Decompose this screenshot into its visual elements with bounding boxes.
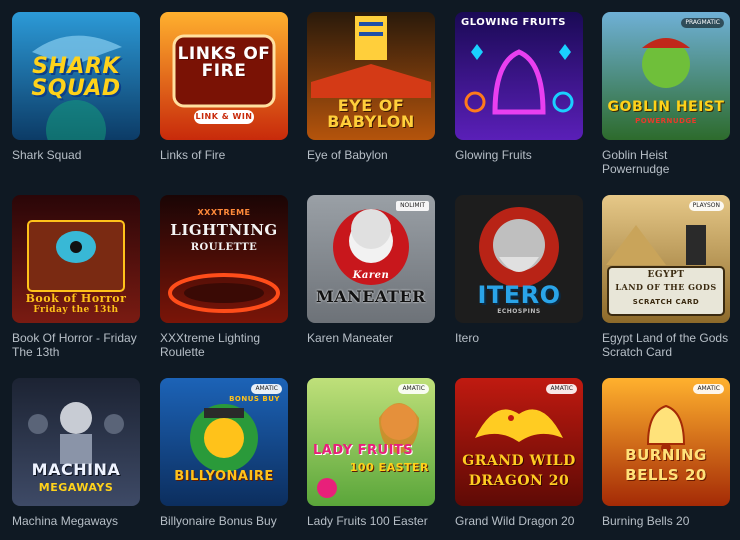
game-label: Karen Maneater <box>307 331 394 345</box>
game-label: Machina Megaways <box>12 514 119 528</box>
game-label: Burning Bells 20 <box>602 514 690 528</box>
egypt-artwork <box>602 195 730 323</box>
provider-badge: PLAYSON <box>688 201 724 211</box>
game-thumbnail[interactable]: PRAGMATIC GOBLIN HEIST POWERNUDGE <box>602 12 730 140</box>
game-thumbnail[interactable]: Book of Horror Friday the 13th <box>12 195 140 323</box>
game-label: Lady Fruits 100 Easter <box>307 514 428 528</box>
shark-artwork <box>12 12 140 140</box>
game-label: Book Of Horror - Friday The 13th <box>12 331 137 359</box>
game-thumbnail[interactable]: AMATIC LADY FRUITS 100 EASTER <box>307 378 435 506</box>
game-label: Goblin Heist Powernudge <box>602 148 670 176</box>
game-label: Shark Squad <box>12 148 82 162</box>
game-label: XXXtreme Lighting Roulette <box>160 331 261 359</box>
game-thumbnail[interactable]: MACHINA MEGAWAYS <box>12 378 140 506</box>
zeus-artwork <box>455 195 583 323</box>
game-card-eye-of-babylon[interactable]: EYE OF BABYLON Eye of Babylon <box>307 12 435 162</box>
dragon-artwork <box>455 378 583 506</box>
game-thumbnail[interactable]: XXXTREME LIGHTNING ROULETTE <box>160 195 288 323</box>
duck-artwork <box>160 378 288 506</box>
game-card-burning-bells[interactable]: AMATIC BURNING BELLS 20 Burning Bells 20 <box>602 378 730 528</box>
robot-artwork <box>12 378 140 506</box>
game-thumbnail[interactable]: NOLIMIT Karen MANEATER <box>307 195 435 323</box>
book-artwork <box>12 195 140 323</box>
game-thumbnail[interactable]: AMATIC BONUS BUY BILLYONAIRE <box>160 378 288 506</box>
game-card-billyonaire[interactable]: AMATIC BONUS BUY BILLYONAIRE Billyonaire… <box>160 378 288 528</box>
game-thumbnail[interactable]: LINKS OF FIRE LINK & WIN <box>160 12 288 140</box>
game-thumbnail[interactable]: PLAYSON EGYPT LAND OF THE GODS SCRATCH C… <box>602 195 730 323</box>
game-card-egypt-land[interactable]: PLAYSON EGYPT LAND OF THE GODS SCRATCH C… <box>602 195 730 359</box>
provider-badge: PRAGMATIC <box>681 18 724 28</box>
game-card-glowing-fruits[interactable]: GLOWING FRUITS Glowing Fruits <box>455 12 583 162</box>
game-card-lady-fruits[interactable]: AMATIC LADY FRUITS 100 EASTER Lady Fruit… <box>307 378 435 528</box>
game-thumbnail[interactable]: GLOWING FRUITS <box>455 12 583 140</box>
game-card-grand-wild-dragon[interactable]: AMATIC GRAND WILD DRAGON 20 Grand Wild D… <box>455 378 583 528</box>
game-label: Glowing Fruits <box>455 148 532 162</box>
provider-badge: AMATIC <box>398 384 429 394</box>
game-thumbnail[interactable]: ITERO ECHOSPINS <box>455 195 583 323</box>
game-label: Links of Fire <box>160 148 226 162</box>
provider-badge: AMATIC <box>693 384 724 394</box>
game-label: Eye of Babylon <box>307 148 388 162</box>
game-grid: SHARK SQUAD Shark Squad LINKS OF FIRE LI… <box>0 0 740 540</box>
game-card-xxxtreme-lightning[interactable]: XXXTREME LIGHTNING ROULETTE XXXtreme Lig… <box>160 195 288 359</box>
roulette-artwork <box>160 195 288 323</box>
goblin-artwork <box>602 12 730 140</box>
game-thumbnail[interactable]: AMATIC GRAND WILD DRAGON 20 <box>455 378 583 506</box>
game-card-machina-megaways[interactable]: MACHINA MEGAWAYS Machina Megaways <box>12 378 140 528</box>
game-card-goblin-heist[interactable]: PRAGMATIC GOBLIN HEIST POWERNUDGE Goblin… <box>602 12 730 176</box>
game-card-shark-squad[interactable]: SHARK SQUAD Shark Squad <box>12 12 140 162</box>
lady-artwork <box>307 378 435 506</box>
game-label: Billyonaire Bonus Buy <box>160 514 277 528</box>
bell-artwork <box>455 12 583 140</box>
game-card-links-of-fire[interactable]: LINKS OF FIRE LINK & WIN Links of Fire <box>160 12 288 162</box>
provider-badge: AMATIC <box>251 384 282 394</box>
game-thumbnail[interactable]: SHARK SQUAD <box>12 12 140 140</box>
game-thumbnail[interactable]: AMATIC BURNING BELLS 20 <box>602 378 730 506</box>
fire-artwork <box>160 12 288 140</box>
game-label: Itero <box>455 331 480 345</box>
pharaoh-artwork <box>307 12 435 140</box>
provider-badge: NOLIMIT <box>396 201 429 211</box>
game-thumbnail[interactable]: EYE OF BABYLON <box>307 12 435 140</box>
game-label: Egypt Land of the Gods Scratch Card <box>602 331 729 359</box>
provider-badge: AMATIC <box>546 384 577 394</box>
bells-artwork <box>602 378 730 506</box>
game-label: Grand Wild Dragon 20 <box>455 514 575 528</box>
karen-artwork <box>307 195 435 323</box>
game-card-book-of-horror[interactable]: Book of Horror Friday the 13th Book Of H… <box>12 195 140 359</box>
game-card-itero[interactable]: ITERO ECHOSPINS Itero <box>455 195 583 345</box>
game-card-karen-maneater[interactable]: NOLIMIT Karen MANEATER Karen Maneater <box>307 195 435 345</box>
